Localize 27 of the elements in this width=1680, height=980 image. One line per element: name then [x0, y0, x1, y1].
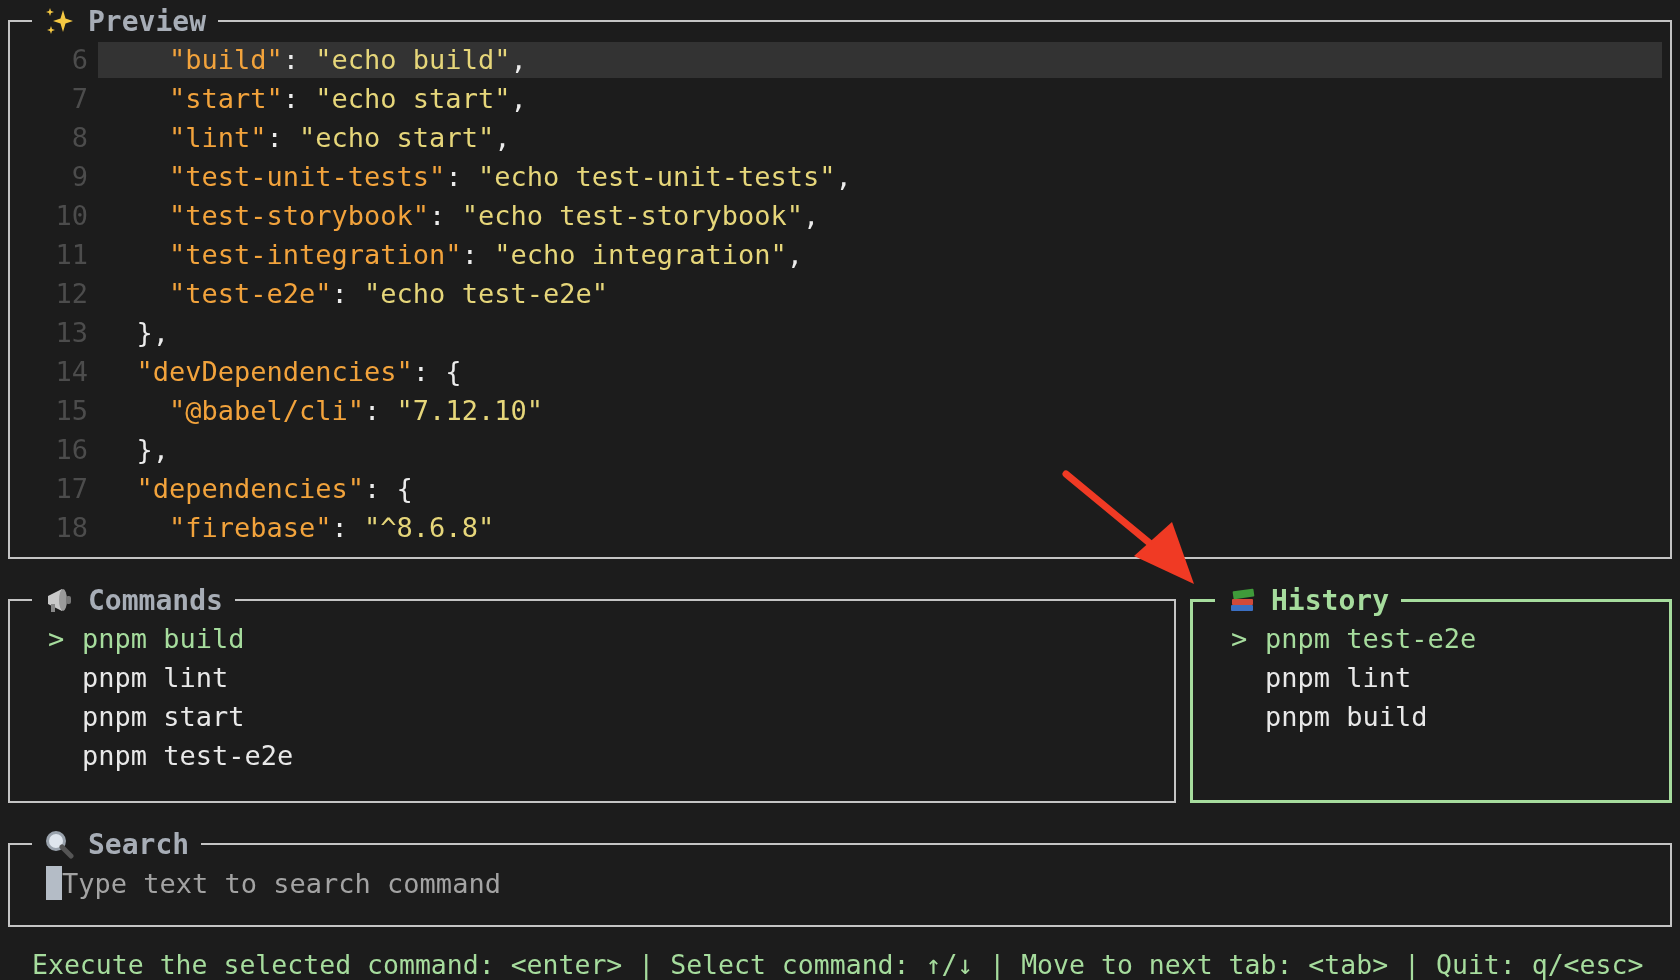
code-line: "start": "echo start",: [168, 81, 528, 116]
code-line: "devDependencies": {: [135, 354, 463, 389]
code-line: "@babel/cli": "7.12.10": [168, 393, 544, 428]
panel-title: Search: [88, 827, 190, 861]
code-line: "test-storybook": "echo test-storybook",: [168, 198, 821, 233]
panel-title: Preview: [88, 4, 206, 38]
panel-title: History: [1271, 583, 1389, 617]
panel-title: Commands: [88, 583, 223, 617]
code-line: "lint": "echo start",: [168, 120, 512, 155]
code-line: "firebase": "^8.6.8": [168, 510, 496, 545]
code-line: },: [135, 315, 171, 350]
command-item[interactable]: pnpm build: [1231, 697, 1661, 736]
command-item[interactable]: > pnpm test-e2e: [1231, 619, 1661, 658]
search-field[interactable]: Type text to search command: [62, 867, 762, 899]
text-cursor: [46, 866, 62, 900]
status-text: Execute the selected command: <enter> | Select command: ↑/↓ | Move to next tab: <tab> | Quit: q/<esc>: [31, 948, 1645, 980]
code-line: "test-integration": "echo integration",: [168, 237, 804, 272]
command-item[interactable]: pnpm lint: [1231, 658, 1661, 697]
code-line: "test-e2e": "echo test-e2e": [168, 276, 609, 311]
magnifier-icon: [44, 829, 74, 859]
code-line: "test-unit-tests": "echo test-unit-tests",: [168, 159, 853, 194]
code-line: },: [135, 432, 171, 467]
command-item[interactable]: pnpm start: [48, 697, 1166, 736]
command-item[interactable]: > pnpm build: [48, 619, 1166, 658]
command-item[interactable]: pnpm test-e2e: [48, 736, 1166, 775]
code-line: "dependencies": {: [135, 471, 414, 506]
command-item[interactable]: pnpm lint: [48, 658, 1166, 697]
